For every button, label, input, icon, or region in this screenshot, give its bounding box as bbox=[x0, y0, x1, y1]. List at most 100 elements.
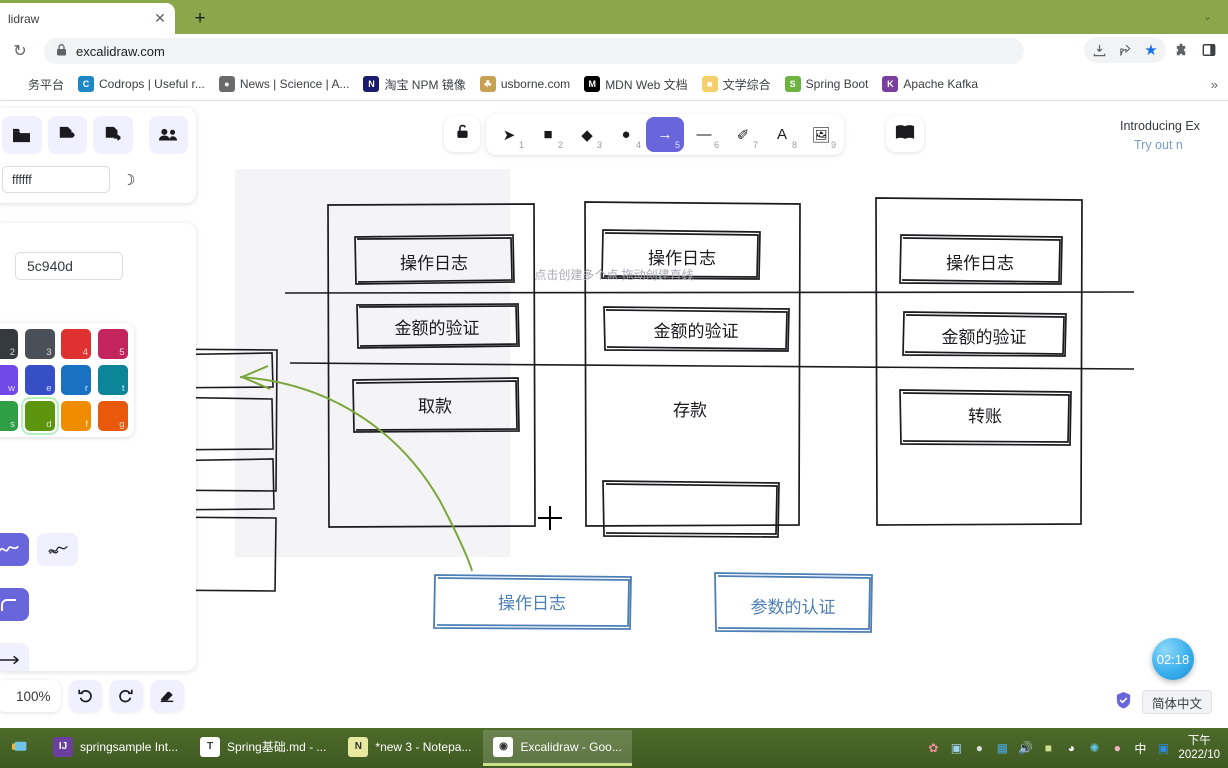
qq-penguin-icon[interactable]: ● bbox=[1109, 740, 1125, 756]
line-tool-icon: — bbox=[696, 126, 712, 143]
live-collaboration-button[interactable] bbox=[148, 116, 188, 154]
taskbar-item[interactable]: ◉ Excalidraw - Goo... bbox=[483, 730, 632, 766]
line-tool[interactable]: —6 bbox=[685, 117, 723, 152]
diamond-tool[interactable]: ◆ 3 bbox=[568, 117, 606, 152]
time-bubble-overlay: 02:18 bbox=[1152, 638, 1194, 680]
element-properties-panel: 5c940d 2 3 4 5 w e r t s d f g bbox=[0, 223, 196, 671]
volume-icon[interactable]: 🔊 bbox=[1017, 740, 1033, 756]
palette-swatch-3[interactable]: 3 bbox=[24, 329, 55, 359]
library-button[interactable] bbox=[886, 116, 924, 152]
palette-swatch-w[interactable]: w bbox=[0, 365, 18, 395]
taskbar-app-icon: ◉ bbox=[493, 736, 514, 757]
star-icon[interactable]: ★ bbox=[1138, 37, 1164, 63]
zoom-and-history-island: 100% bbox=[0, 680, 184, 712]
ime-language-label[interactable]: 简体中文 bbox=[1141, 690, 1212, 714]
palette-swatch-f[interactable]: f bbox=[61, 401, 91, 431]
palette-swatch-2[interactable]: 2 bbox=[0, 329, 18, 359]
ellipse-tool[interactable]: ● 4 bbox=[607, 117, 645, 152]
rectangle-tool[interactable]: ■ 2 bbox=[529, 117, 567, 152]
app-icon[interactable]: ▦ bbox=[994, 740, 1010, 756]
taskbar-item[interactable]: IJ springsample Int... bbox=[43, 730, 188, 766]
sloppiness-options bbox=[0, 533, 78, 566]
download-icon[interactable] bbox=[1086, 37, 1112, 63]
image-tool[interactable]: 🖼 9 bbox=[802, 117, 840, 152]
taskbar-app-icon: T bbox=[200, 736, 221, 757]
lock-tool-button[interactable] bbox=[444, 116, 480, 152]
bookmark-item[interactable]: M MDN Web 文档 bbox=[577, 73, 694, 96]
stroke-color-hex-input[interactable]: 5c940d bbox=[15, 252, 123, 280]
bookmark-favicon-icon: C bbox=[78, 76, 95, 92]
share-icon[interactable] bbox=[1112, 37, 1138, 63]
address-bar[interactable]: excalidraw.com bbox=[44, 38, 1024, 64]
bookmark-label: Apache Kafka bbox=[903, 77, 979, 91]
palette-swatch-5[interactable]: 5 bbox=[97, 329, 128, 359]
export-image-button[interactable] bbox=[93, 116, 133, 154]
palette-swatch-e[interactable]: e bbox=[24, 365, 55, 395]
draw-tool[interactable]: ✐ 7 bbox=[724, 117, 762, 152]
sloppiness-artist-button[interactable] bbox=[0, 533, 29, 566]
bookmark-item[interactable]: ● News | Science | A... bbox=[212, 73, 357, 95]
undo-button[interactable] bbox=[68, 680, 102, 712]
bookmark-item[interactable]: ☘ usborne.com bbox=[473, 73, 577, 95]
bookmark-item[interactable]: S Spring Boot bbox=[778, 73, 876, 95]
palette-swatch-s[interactable]: s bbox=[0, 401, 18, 431]
tab-close-icon[interactable]: ✕ bbox=[151, 10, 169, 28]
dark-mode-moon-icon[interactable]: ☽ bbox=[122, 171, 135, 189]
globe-icon[interactable]: ● bbox=[971, 740, 987, 756]
arrowhead-button[interactable] bbox=[0, 643, 29, 671]
browser-chrome: lidraw ✕ + ⌄ ↻ excalidraw.com ★ 务平台 C Co… bbox=[0, 0, 1228, 101]
bookmark-item[interactable]: N 淘宝 NPM 镜像 bbox=[356, 73, 472, 96]
bookmark-favicon-icon: S bbox=[784, 76, 801, 92]
ime-chinese-icon[interactable]: 中 bbox=[1132, 740, 1148, 756]
start-button[interactable] bbox=[0, 728, 42, 768]
bookmark-label: MDN Web 文档 bbox=[605, 77, 688, 92]
bookmark-favicon-icon: ■ bbox=[701, 76, 718, 92]
save-file-button[interactable] bbox=[47, 116, 87, 154]
promo-link[interactable]: Try out n bbox=[1120, 136, 1228, 155]
wifi-icon[interactable]: ◕ bbox=[1063, 740, 1079, 756]
canvas-background-hex-input[interactable]: ffffff bbox=[2, 166, 110, 193]
selection-tool-icon: ➤ bbox=[502, 126, 516, 144]
qq-icon[interactable]: ▣ bbox=[1155, 740, 1171, 756]
redo-button[interactable] bbox=[109, 680, 143, 712]
taskbar-app-icon: IJ bbox=[53, 736, 73, 757]
battery-icon[interactable]: ■ bbox=[1040, 740, 1056, 756]
bookmark-item[interactable]: C Codrops | Useful r... bbox=[71, 73, 212, 95]
side-panel-icon[interactable] bbox=[1196, 37, 1222, 63]
taskbar-clock[interactable]: 下午 2022/10 bbox=[1178, 734, 1222, 763]
eraser-button[interactable] bbox=[150, 680, 184, 712]
bookmark-item[interactable]: ■ 文学综合 bbox=[695, 73, 778, 96]
chevron-down-icon[interactable]: ⌄ bbox=[1195, 6, 1220, 27]
bookmark-favicon-icon: K bbox=[882, 76, 899, 92]
svg-text:取款: 取款 bbox=[418, 397, 452, 416]
browser-tab[interactable]: lidraw ✕ bbox=[0, 3, 175, 34]
bookmarks-overflow-icon[interactable]: » bbox=[1201, 77, 1228, 92]
selection-tool[interactable]: ➤ 1 bbox=[490, 117, 528, 152]
reload-icon[interactable]: ↻ bbox=[6, 37, 34, 65]
palette-swatch-4[interactable]: 4 bbox=[61, 329, 91, 359]
palette-swatch-g[interactable]: g bbox=[97, 401, 128, 431]
zoom-level-display[interactable]: 100% bbox=[0, 680, 61, 712]
rectangle-tool-icon: ■ bbox=[543, 126, 553, 143]
palette-swatch-r[interactable]: r bbox=[61, 365, 91, 395]
palette-swatch-d[interactable]: d bbox=[24, 401, 55, 431]
edges-round-button[interactable] bbox=[0, 588, 29, 621]
arrow-tool[interactable]: → 5 bbox=[646, 117, 684, 152]
svg-text:转账: 转账 bbox=[968, 407, 1002, 426]
tool-shortcut-number: 4 bbox=[635, 140, 641, 150]
sloppiness-cartoonist-button[interactable] bbox=[37, 533, 78, 566]
flower-icon[interactable]: ✿ bbox=[925, 740, 941, 756]
extensions-icon[interactable] bbox=[1168, 37, 1194, 63]
network-icon[interactable]: ✺ bbox=[1086, 740, 1102, 756]
text-tool[interactable]: A8 bbox=[763, 117, 801, 152]
open-file-button[interactable] bbox=[2, 116, 42, 154]
screen-icon[interactable]: ▣ bbox=[948, 740, 964, 756]
bookmark-item[interactable]: K Apache Kafka bbox=[875, 73, 985, 95]
bookmark-label: Spring Boot bbox=[805, 77, 869, 91]
taskbar-item[interactable]: T Spring基础.md - ... bbox=[190, 730, 336, 766]
arrow-tool-icon: → bbox=[657, 126, 673, 143]
new-tab-button[interactable]: + bbox=[186, 6, 214, 32]
taskbar-item[interactable]: N *new 3 - Notepa... bbox=[338, 730, 481, 766]
bookmark-item[interactable]: 务平台 bbox=[0, 73, 71, 96]
palette-swatch-t[interactable]: t bbox=[97, 365, 128, 395]
